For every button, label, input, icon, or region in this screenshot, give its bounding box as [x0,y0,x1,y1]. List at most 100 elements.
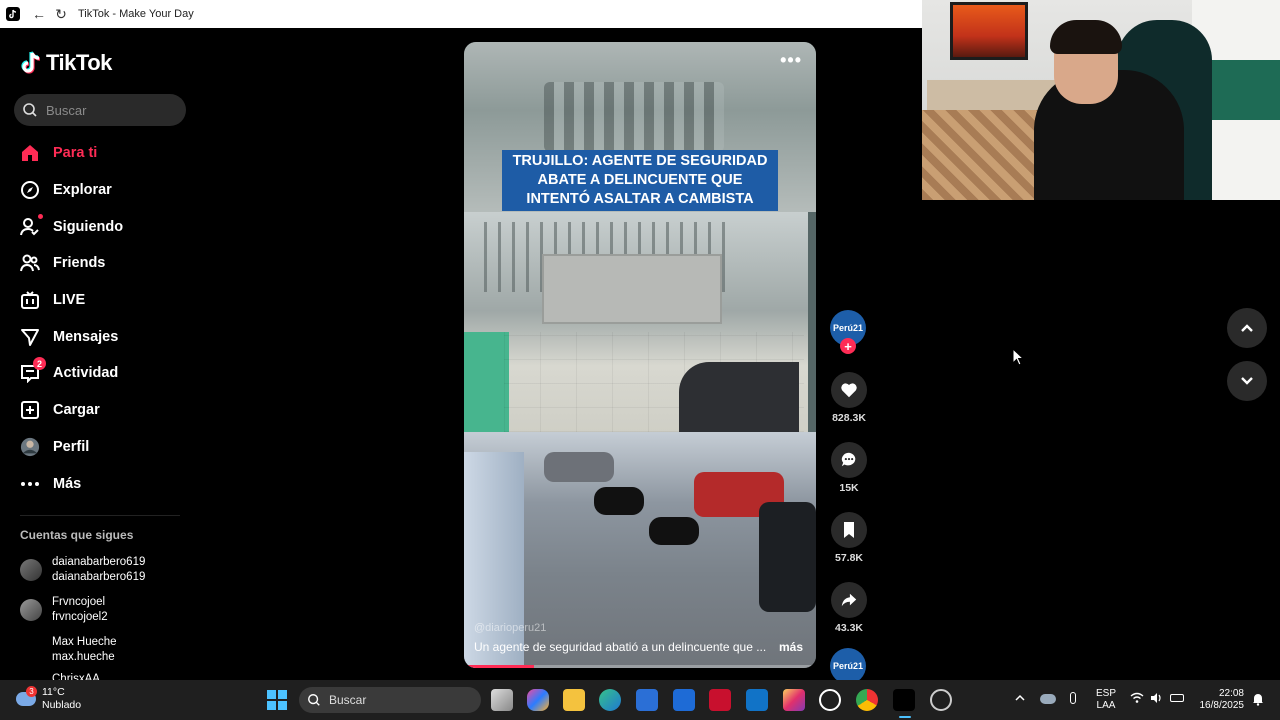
profile-avatar [20,437,40,457]
following-account[interactable]: Max Hueche max.hueche [20,630,190,670]
following-account[interactable]: daianabarbero619 daianabarbero619 [20,550,190,590]
instagram-icon[interactable] [783,689,805,711]
language-indicator[interactable]: ESP LAA [1096,688,1116,712]
creator-label: Perú21 [832,323,864,333]
sidebar-item-label: Para ti [53,145,98,162]
sidebar-item-para-ti[interactable]: Para ti [0,135,200,172]
windows-taskbar: 3 11°C Nublado Buscar ESP LAA 22:08 16/8… [0,680,1280,720]
sidebar-item-mas[interactable]: Más [0,465,200,502]
sidebar-item-label: Explorar [53,182,112,199]
search-icon [308,694,320,706]
chatgpt-icon[interactable] [819,689,841,711]
account-name: daianabarbero619 [52,556,146,568]
sidebar-item-friends[interactable]: Friends [0,245,200,282]
file-explorer-icon[interactable] [563,689,585,711]
sidebar-item-label: Mensajes [53,328,119,345]
tray-chevron-up-icon[interactable] [1014,692,1026,707]
comment-icon [841,452,856,467]
next-video-button[interactable] [1227,361,1267,401]
steam-icon[interactable] [930,689,952,711]
previous-video-button[interactable] [1227,308,1267,348]
windows-start-icon[interactable] [267,690,287,710]
caption-more-link[interactable]: más [779,640,803,654]
sidebar-item-perfil[interactable]: Perfil [0,429,200,466]
lang-line2: LAA [1096,700,1116,711]
activity-icon: 2 [20,357,46,384]
sidebar-item-cargar[interactable]: Cargar [0,392,200,429]
share-button[interactable] [831,582,867,618]
chrome-icon[interactable] [856,689,878,711]
tiktok-app-icon[interactable] [893,689,915,711]
more-options-icon[interactable]: ••• [780,50,802,71]
webcam-overlay [922,0,1280,200]
following-account[interactable]: ChrisxAA [20,670,190,680]
like-count: 828.3K [832,412,866,424]
sidebar-divider [20,515,180,516]
following-account[interactable]: Frvncojoel frvncojoel2 [20,590,190,630]
tiktok-favicon-icon [6,7,20,21]
active-app-indicator [899,716,911,718]
more-icon [20,474,40,494]
microsoft-store-icon[interactable] [636,689,658,711]
account-handle: max.hueche [52,651,115,663]
comment-button[interactable] [831,442,867,478]
video-camera-view-1 [464,212,808,432]
creator-avatar[interactable]: Perú21 + [830,310,866,354]
sidebar-item-explorar[interactable]: Explorar [0,172,200,209]
following-icon [20,213,43,237]
comment-action: 15K [830,442,868,494]
back-arrow-icon[interactable]: ← [28,6,50,22]
save-action: 57.8K [830,512,868,564]
copilot-icon[interactable] [527,689,549,711]
mcafee-icon[interactable] [709,689,731,711]
microphone-icon[interactable] [1070,692,1076,704]
sidebar-item-siguiendo[interactable]: Siguiendo [0,208,200,245]
edge-icon[interactable] [599,689,621,711]
follow-plus-icon[interactable]: + [840,338,856,354]
video-caption: Un agente de seguridad abatió a un delin… [474,640,804,654]
onedrive-icon[interactable] [1040,694,1056,704]
sidebar-menu: Para ti Explorar Siguiendo Friends LIVE … [0,135,200,502]
activity-badge: 2 [33,357,46,371]
heart-icon [841,383,857,398]
clock-time: 22:08 [1218,688,1244,699]
video-progress-bar[interactable] [464,665,816,668]
compass-icon [20,180,40,200]
sound-creator-avatar[interactable]: Perú21 [830,648,866,684]
avatar [20,599,42,621]
account-name: Frvncojoel [52,596,106,608]
notification-bell-icon[interactable] [1252,692,1264,709]
share-action: 43.3K [830,582,868,634]
sidebar-item-live[interactable]: LIVE [0,282,200,319]
task-view-icon[interactable] [491,689,513,711]
reload-icon[interactable]: ↻ [50,6,72,23]
comment-count: 15K [839,482,859,494]
video-player[interactable]: TRUJILLO: AGENTE DE SEGURIDAD ABATE A DE… [464,42,816,668]
chevron-up-icon [1241,324,1253,332]
browser-tab-title: TikTok - Make Your Day [78,8,194,20]
weather-temp: 11°C [42,686,65,698]
outlook-icon[interactable] [746,689,768,711]
notes-app-icon[interactable] [673,689,695,711]
logo-text: TikTok [46,50,112,75]
tiktok-logo-icon [21,51,41,74]
battery-icon[interactable] [1170,694,1184,702]
taskbar-search-input[interactable]: Buscar [299,687,481,713]
search-input[interactable]: Buscar [14,94,186,126]
sidebar-item-label: Perfil [53,438,90,455]
tiktok-logo[interactable]: TikTok [20,50,112,76]
notification-dot [38,213,43,219]
volume-icon[interactable] [1150,692,1164,707]
weather-widget[interactable]: 3 11°C Nublado [16,686,81,712]
live-icon [20,290,40,310]
like-button[interactable] [831,372,867,408]
wifi-icon[interactable] [1130,692,1144,707]
weather-badge: 3 [26,686,37,697]
save-button[interactable] [831,512,867,548]
system-clock[interactable]: 22:08 16/8/2025 [1196,688,1245,712]
account-name: Max Hueche [52,636,117,648]
avatar [20,559,42,581]
following-list: daianabarbero619 daianabarbero619 Frvnco… [20,550,190,680]
sidebar-item-actividad[interactable]: 2 Actividad [0,355,200,392]
sidebar-item-mensajes[interactable]: Mensajes [0,318,200,355]
